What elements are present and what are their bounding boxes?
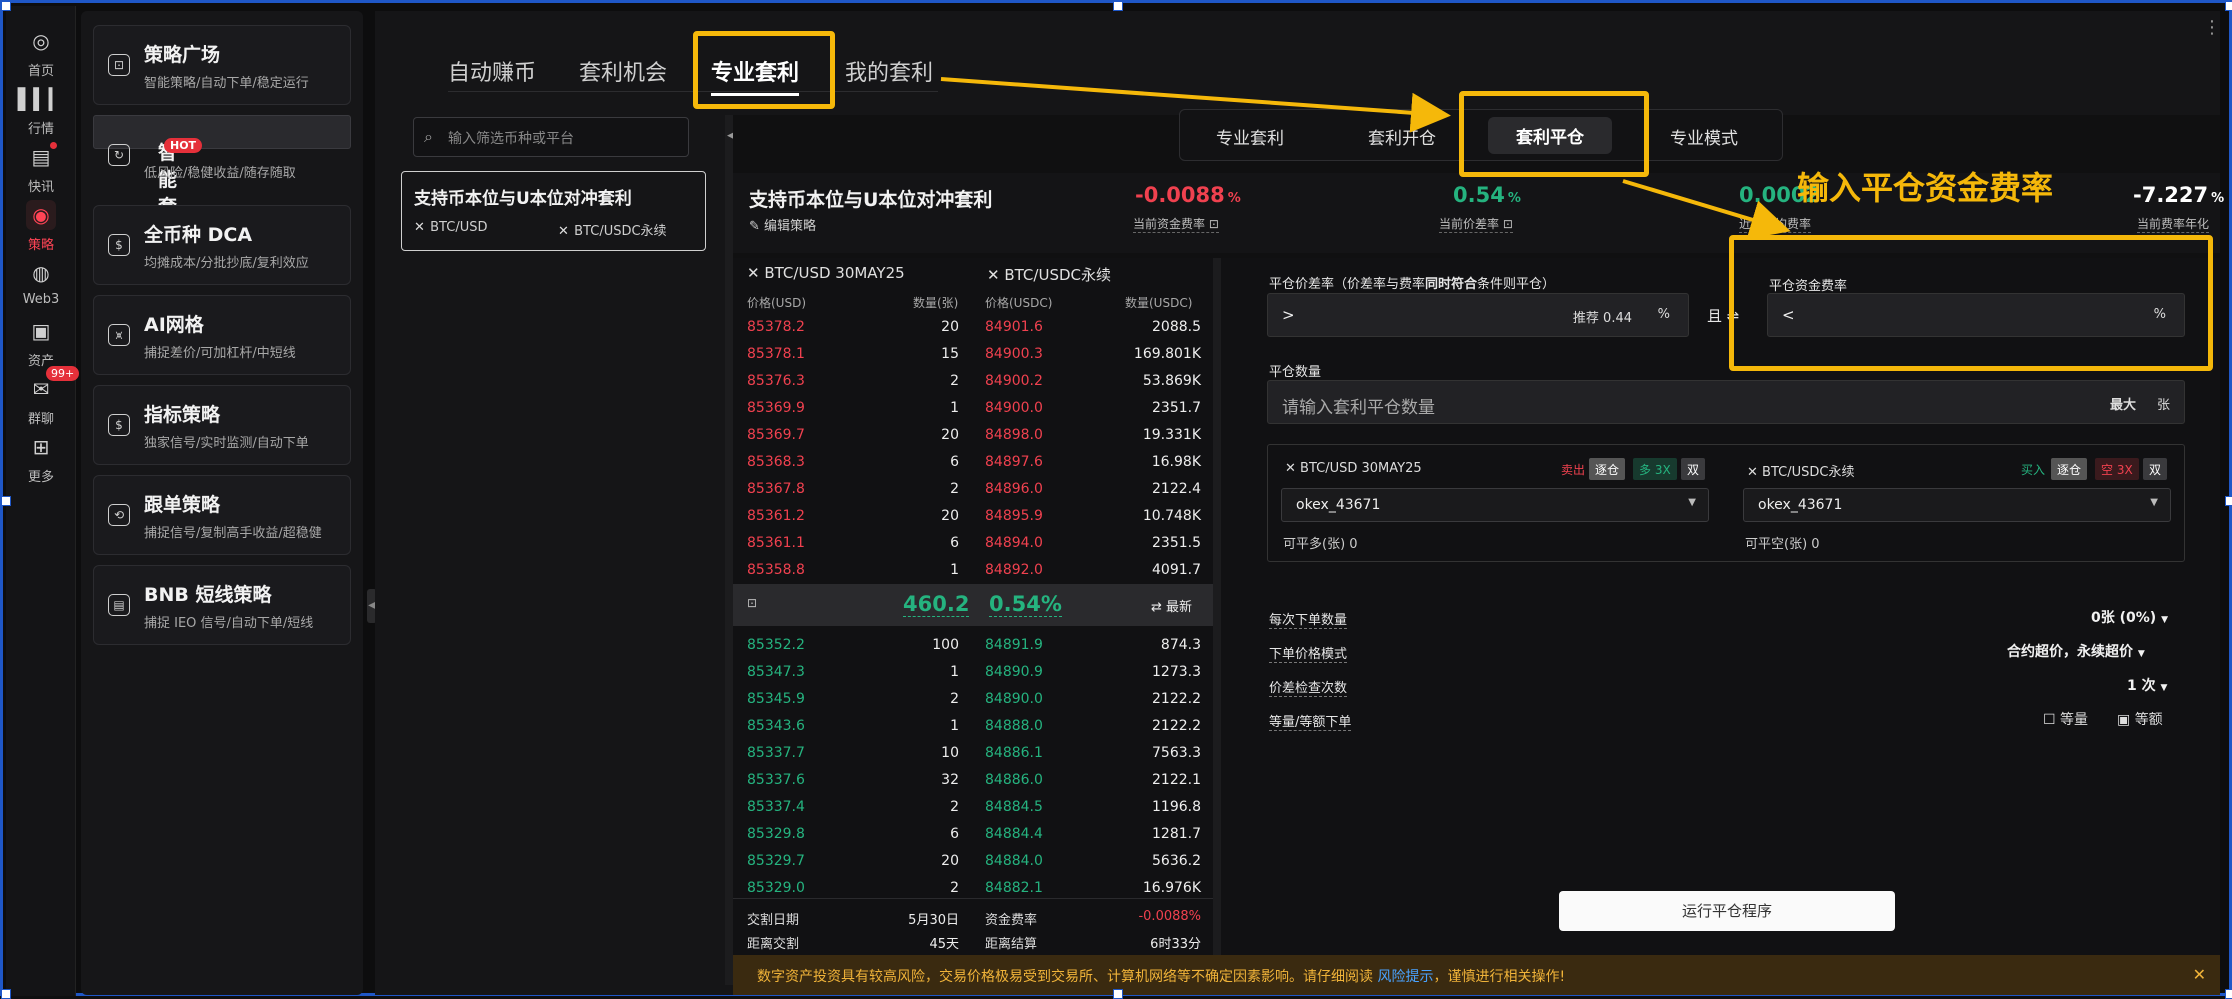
resize-handle[interactable] [1,496,11,506]
more-options-icon[interactable]: ⋮ [2203,17,2221,38]
resize-handle[interactable] [1,1,11,11]
annotation-arrows [940,77,1791,239]
resize-handle[interactable] [2225,496,2232,506]
resize-handle[interactable] [2225,989,2232,999]
app-window: ◎ 首页 ▌▍▎ 行情 ▤ 快讯 ◉ 策略 ◍ Web3 ▣ 资产 ✉ 99+ … [0,0,2232,999]
resize-handle[interactable] [2225,1,2232,11]
resize-handle[interactable] [1113,1,1123,11]
annotation-arrow [1622,179,1791,239]
annotation-arrow [940,77,1451,133]
resize-handle[interactable] [1,989,11,999]
resize-handle[interactable] [1113,989,1123,999]
